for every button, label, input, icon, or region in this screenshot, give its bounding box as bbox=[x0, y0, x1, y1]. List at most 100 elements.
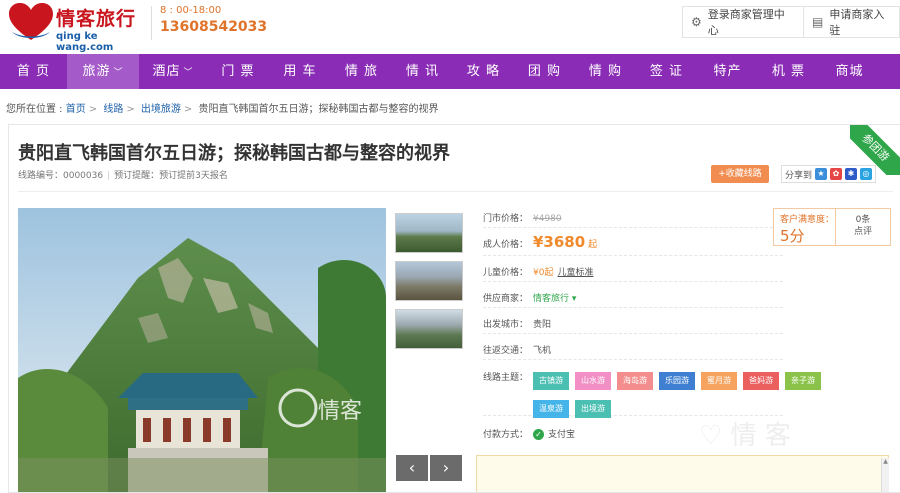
merchant-login-label: 登录商家管理中心 bbox=[707, 8, 785, 37]
store-icon: ▤ bbox=[812, 15, 824, 29]
main-nav: 首 页 旅游 ﹀ 酒店 ﹀ 门 票 用 车 情 旅 情 讯 攻 略 团 购 情 购 … bbox=[0, 54, 900, 89]
svg-text:情客: 情客 bbox=[318, 399, 362, 424]
nav-specialty[interactable]: 特产 bbox=[697, 54, 758, 89]
thumbnail-1[interactable] bbox=[395, 213, 463, 253]
qzone-star-icon[interactable]: ★ bbox=[815, 168, 828, 180]
merchant-login-button[interactable]: ⚙ 登录商家管理中心 bbox=[682, 6, 804, 38]
adult-price-label: 成人价格： bbox=[483, 240, 529, 250]
supplier-link[interactable]: 情客旅行 bbox=[533, 294, 569, 304]
market-price-label: 门市价格： bbox=[483, 214, 529, 224]
theme-label-row: 线路主题： bbox=[483, 370, 533, 383]
mountain-palace-photo: 情客 bbox=[18, 208, 386, 492]
supplier-row: 供应商家： 情客旅行 ▾ bbox=[483, 291, 576, 304]
booking-scrollbar[interactable]: ▲ bbox=[881, 458, 889, 492]
theme-tag[interactable]: 乐园游 bbox=[659, 372, 695, 390]
chevron-left-icon: ‹ bbox=[408, 458, 416, 477]
heart-logo-icon bbox=[9, 3, 53, 40]
product-title: 贵阳直飞韩国首尔五日游；探秘韩国古都与整容的视界 bbox=[18, 143, 450, 164]
header-divider bbox=[151, 6, 152, 40]
thumbnail-list bbox=[395, 213, 463, 357]
merchant-apply-button[interactable]: ▤ 申请商家入驻 bbox=[804, 6, 900, 38]
child-standard-link[interactable]: 儿童标准 bbox=[557, 268, 593, 278]
child-price-label: 儿童价格： bbox=[483, 268, 529, 278]
nav-flights[interactable]: 机 票 bbox=[758, 54, 819, 89]
reviews-count: 0条 bbox=[855, 215, 871, 225]
transport-mode: 飞机 bbox=[533, 346, 552, 356]
satisfaction-label: 客户满意度： bbox=[780, 215, 835, 225]
chevron-right-icon: > bbox=[88, 104, 98, 115]
main-photo[interactable]: 情客 bbox=[18, 208, 386, 492]
breadcrumb-routes[interactable]: 线路 bbox=[103, 104, 123, 115]
theme-tag[interactable]: 温泉游 bbox=[533, 400, 569, 418]
thumbnail-2[interactable] bbox=[395, 261, 463, 301]
breadcrumb-home[interactable]: 首页 bbox=[66, 104, 86, 115]
chevron-right-icon: > bbox=[126, 104, 135, 115]
payment-label: 付款方式： bbox=[483, 430, 529, 440]
chevron-right-icon: > bbox=[183, 104, 193, 115]
theme-tag[interactable]: 山水游 bbox=[575, 372, 611, 390]
nav-home[interactable]: 首 页 bbox=[0, 54, 67, 89]
transport-row: 往返交通： 飞机 bbox=[483, 343, 551, 356]
child-price-row: 儿童价格： ¥0起 儿童标准 bbox=[483, 265, 593, 278]
baidu-paw-icon[interactable]: ✱ bbox=[845, 168, 858, 180]
nav-mall[interactable]: 商城 bbox=[819, 54, 880, 89]
reviews-block[interactable]: 0条 点评 bbox=[834, 209, 890, 245]
payment-method: 支付宝 bbox=[548, 430, 576, 440]
reserve-note: 预订提醒：预订提前3天报名 bbox=[114, 171, 228, 181]
thumbnail-3[interactable] bbox=[395, 309, 463, 349]
nav-group-buy[interactable]: 团 购 bbox=[514, 54, 575, 89]
adult-price-row: 成人价格： ¥3680 起 bbox=[483, 233, 597, 251]
theme-tag[interactable]: 亲子游 bbox=[785, 372, 821, 390]
tencent-icon[interactable]: ◎ bbox=[860, 168, 873, 180]
site-domain: qing ke wang.com bbox=[56, 31, 114, 53]
theme-tag[interactable]: 出境游 bbox=[575, 400, 611, 418]
scroll-up-icon[interactable]: ▲ bbox=[882, 458, 889, 465]
product-meta: 线路编号：0000036 | 预订提醒：预订提前3天报名 bbox=[18, 168, 228, 181]
chevron-down-icon: ﹀ bbox=[113, 68, 124, 78]
adult-price: ¥3680 bbox=[533, 233, 586, 251]
site-logo[interactable]: 情客旅行 qing ke wang.com bbox=[8, 2, 148, 53]
chevron-right-icon: › bbox=[442, 458, 450, 477]
satisfaction-score-block: 客户满意度： 5分 bbox=[774, 209, 835, 245]
nav-love-travel[interactable]: 情 旅 bbox=[331, 54, 392, 89]
nav-news[interactable]: 情 讯 bbox=[392, 54, 453, 89]
share-bar: 分享到 ★ ✿ ✱ ◎ bbox=[781, 165, 877, 183]
theme-label: 线路主题： bbox=[483, 373, 529, 383]
theme-tag[interactable]: 蜜月游 bbox=[701, 372, 737, 390]
nav-hotel[interactable]: 酒店 ﹀ bbox=[139, 54, 207, 89]
slider-next-button[interactable]: › bbox=[430, 455, 462, 481]
nav-guides[interactable]: 攻 略 bbox=[453, 54, 514, 89]
breadcrumb-current: 贵阳直飞韩国首尔五日游；探秘韩国古都与整容的视界 bbox=[198, 104, 439, 115]
share-label: 分享到 bbox=[785, 170, 813, 181]
meta-divider: | bbox=[107, 171, 111, 181]
breadcrumb: 您所在位置 : 首页 > 线路 > 出境旅游 > 贵阳直飞韩国首尔五日游；探秘韩国古都… bbox=[6, 100, 438, 115]
theme-tag[interactable]: 古镇游 bbox=[533, 372, 569, 390]
nav-tickets[interactable]: 门 票 bbox=[207, 54, 269, 89]
favorite-route-button[interactable]: +收藏线路 bbox=[711, 165, 769, 183]
adult-price-suffix: 起 bbox=[588, 240, 598, 250]
service-hours: 8 : 00-18:00 bbox=[160, 5, 222, 16]
theme-tag[interactable]: 爸妈游 bbox=[743, 372, 779, 390]
breadcrumb-outbound[interactable]: 出境旅游 bbox=[141, 104, 181, 115]
nav-shopping[interactable]: 情 购 bbox=[575, 54, 636, 89]
brand-name: 情客旅行 bbox=[56, 8, 137, 30]
market-price: ¥4980 bbox=[533, 214, 562, 224]
nav-car[interactable]: 用 车 bbox=[269, 54, 331, 89]
gear-icon: ⚙ bbox=[691, 15, 702, 29]
nav-visa[interactable]: 签 证 bbox=[636, 54, 697, 89]
chevron-down-icon: ﹀ bbox=[183, 68, 194, 78]
divider bbox=[483, 359, 783, 360]
payment-row: 付款方式： ✓ 支付宝 bbox=[483, 427, 575, 440]
check-circle-icon: ✓ bbox=[533, 429, 544, 440]
supplier-label: 供应商家： bbox=[483, 294, 529, 304]
theme-tag[interactable]: 海岛游 bbox=[617, 372, 653, 390]
caret-down-icon[interactable]: ▾ bbox=[569, 294, 577, 304]
depart-row: 出发城市： 贵阳 bbox=[483, 317, 551, 330]
nav-travel[interactable]: 旅游 ﹀ bbox=[67, 54, 139, 89]
transport-label: 往返交通： bbox=[483, 346, 529, 356]
booking-box[interactable] bbox=[476, 455, 889, 492]
weibo-icon[interactable]: ✿ bbox=[830, 168, 843, 180]
satisfaction-score: 5分 bbox=[780, 227, 805, 245]
slider-prev-button[interactable]: ‹ bbox=[396, 455, 428, 481]
reviews-label: 点评 bbox=[853, 227, 872, 237]
